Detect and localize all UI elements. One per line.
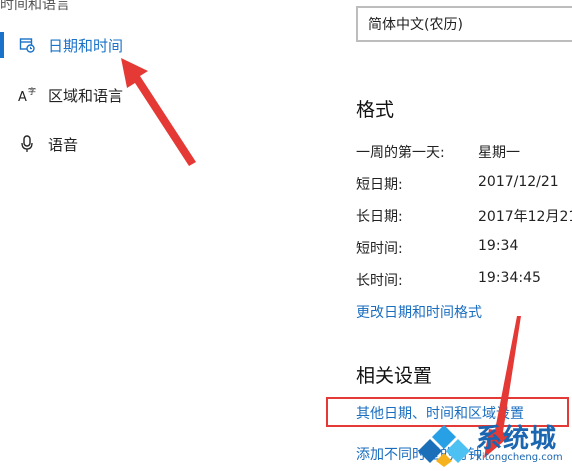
language-icon: A 字 [18, 86, 36, 104]
short-date-value: 2017/12/21 [478, 174, 559, 190]
sidebar-item-speech[interactable]: 语音 [0, 129, 250, 159]
long-date-label: 长日期: [356, 209, 403, 225]
sidebar-title: 时间和语言 [0, 0, 70, 13]
related-settings-title: 相关设置 [356, 365, 433, 387]
sidebar-item-label: 区域和语言 [48, 86, 124, 105]
long-date-value: 2017年12月21日 [478, 209, 572, 225]
watermark: 系统城 xitongcheng.com [418, 418, 572, 471]
long-time-label: 长时间: [356, 273, 403, 289]
active-indicator [0, 32, 4, 58]
watermark-logo-icon [418, 424, 470, 467]
svg-text:字: 字 [28, 87, 36, 96]
format-section-title: 格式 [356, 99, 395, 121]
calendar-dropdown-value: 简体中文(农历) [368, 17, 463, 33]
long-time-value: 19:34:45 [478, 270, 541, 286]
short-time-label: 短时间: [356, 241, 403, 257]
change-format-link[interactable]: 更改日期和时间格式 [356, 302, 482, 322]
watermark-name: 系统城 [476, 423, 558, 454]
watermark-url: xitongcheng.com [476, 451, 563, 463]
calendar-dropdown[interactable]: 简体中文(农历) [356, 6, 572, 42]
sidebar-item-label: 日期和时间 [48, 36, 124, 55]
svg-text:A: A [18, 90, 27, 103]
calendar-clock-icon [18, 36, 36, 54]
first-day-value: 星期一 [478, 145, 520, 161]
sidebar-item-label: 语音 [48, 135, 79, 154]
first-day-label: 一周的第一天: [356, 145, 445, 161]
sidebar-item-date-time[interactable]: 日期和时间 [0, 30, 250, 60]
microphone-icon [18, 135, 36, 153]
short-time-value: 19:34 [478, 238, 519, 254]
short-date-label: 短日期: [356, 177, 403, 193]
sidebar-item-region-language[interactable]: A 字 区域和语言 [0, 80, 250, 110]
